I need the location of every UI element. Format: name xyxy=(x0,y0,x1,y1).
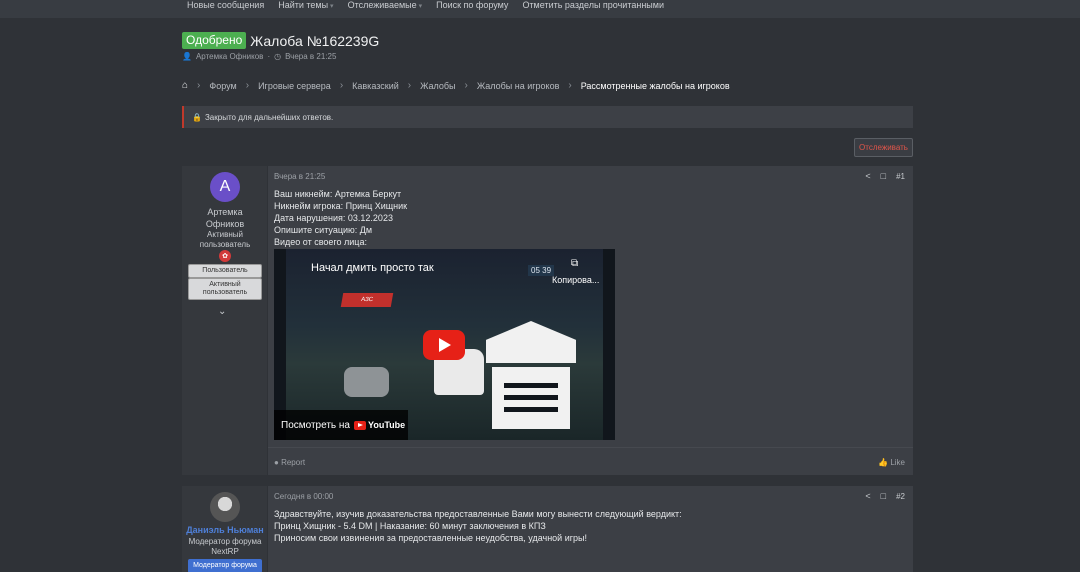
breadcrumb: ⌂ › Форум › Игровые сервера › Кавказский… xyxy=(182,80,730,91)
gas-station-sign: АЗС xyxy=(340,293,394,307)
post-date[interactable]: Сегодня в 00:00 xyxy=(274,492,333,501)
post-line: Принц Хищник - 5.4 DM | Наказание: 60 ми… xyxy=(274,521,546,531)
post-tools: < □ #2 xyxy=(865,491,905,501)
user-title: Активный пользователь xyxy=(199,230,251,249)
lock-icon: 🔒 xyxy=(192,112,202,122)
post-line: Видео от своего лица: xyxy=(274,237,367,247)
play-button-icon[interactable] xyxy=(423,330,465,360)
breadcrumb-forum[interactable]: Форум xyxy=(209,81,236,91)
post-content: Вчера в 21:25 < □ #1 Ваш никнейм: Артемк… xyxy=(268,166,913,475)
chevron-right-icon: › xyxy=(464,80,468,91)
post-line: Никнейм игрока: Принц Хищник xyxy=(274,201,408,211)
closed-notice-text: Закрыто для дальнейших ответов. xyxy=(204,112,334,122)
chevron-right-icon: › xyxy=(568,80,572,91)
nav-watched[interactable]: Отслеживаемые xyxy=(348,0,423,10)
post-number[interactable]: #2 xyxy=(896,492,905,501)
share-icon[interactable]: < xyxy=(865,171,870,181)
nav-find-threads[interactable]: Найти темы xyxy=(278,0,333,10)
top-navigation: Новые сообщения Найти темы Отслеживаемые… xyxy=(0,0,1080,18)
thread-meta: 👤 Артемка Офников · ◷ Вчера в 21:25 xyxy=(182,52,337,61)
breadcrumb-current[interactable]: Рассмотренные жалобы на игроков xyxy=(581,81,730,91)
nav-new-posts[interactable]: Новые сообщения xyxy=(187,0,264,10)
video-title[interactable]: Начал дмить просто так xyxy=(311,262,434,274)
post-body: Ваш никнейм: Артемка Беркут Никнейм игро… xyxy=(274,188,407,248)
report-button[interactable]: ● Report xyxy=(274,458,305,467)
youtube-logo-icon: YouTube xyxy=(354,420,405,430)
breadcrumb-player-complaints[interactable]: Жалобы на игроков xyxy=(477,81,560,91)
thread-author[interactable]: Артемка Офников xyxy=(196,52,263,61)
nav-mark-read[interactable]: Отметить разделы прочитанными xyxy=(522,0,664,10)
avatar[interactable] xyxy=(210,492,240,522)
breadcrumb-game-servers[interactable]: Игровые сервера xyxy=(258,81,331,91)
status-badge: Одобрено xyxy=(182,32,247,49)
post-date[interactable]: Вчера в 21:25 xyxy=(274,172,325,181)
post-line: Здравствуйте, изучив доказательства пред… xyxy=(274,509,682,519)
like-button[interactable]: 👍 Like xyxy=(878,458,905,467)
breadcrumb-complaints[interactable]: Жалобы xyxy=(420,81,455,91)
copy-link-label[interactable]: Копирова... xyxy=(552,275,599,285)
post-footer: ● Report 👍 Like xyxy=(268,447,913,475)
user-title: Модератор форума NextRP xyxy=(188,537,262,556)
user-icon: 👤 xyxy=(182,52,192,61)
chevron-right-icon: › xyxy=(407,80,412,91)
garage-icon xyxy=(486,321,576,429)
post-tools: < □ #1 xyxy=(865,171,905,181)
post-user-info: Даниэль Ньюман Модератор форума NextRP М… xyxy=(182,486,268,572)
post: A Артемка Офников Активный пользователь … xyxy=(182,166,913,475)
chevron-right-icon: › xyxy=(245,80,250,91)
user-banner: Пользователь xyxy=(188,264,262,278)
thread-date[interactable]: Вчера в 21:25 xyxy=(285,52,336,61)
breadcrumb-server[interactable]: Кавказский xyxy=(352,81,399,91)
post-body: Здравствуйте, изучив доказательства пред… xyxy=(274,508,682,544)
username[interactable]: Артемка Офников xyxy=(182,206,268,230)
post: Даниэль Ньюман Модератор форума NextRP М… xyxy=(182,486,913,572)
post-line: Опишите ситуацию: Дм xyxy=(274,225,373,235)
car-image xyxy=(344,367,389,397)
post-content: Сегодня в 00:00 < □ #2 Здравствуйте, изу… xyxy=(268,486,913,572)
page-title: Жалоба №162239G xyxy=(250,32,380,49)
post-number[interactable]: #1 xyxy=(896,172,905,181)
clock-icon: ◷ xyxy=(274,52,282,61)
post-line: Приносим свои извинения за предоставленн… xyxy=(274,533,587,543)
post-line: Ваш никнейм: Артемка Беркут xyxy=(274,189,402,199)
avatar[interactable]: A xyxy=(210,172,240,202)
username[interactable]: Даниэль Ньюман xyxy=(182,524,268,536)
chevron-right-icon: › xyxy=(339,80,344,91)
bookmark-icon[interactable]: □ xyxy=(881,491,886,501)
watch-on-youtube-button[interactable]: Посмотреть на YouTube xyxy=(274,410,408,440)
post-user-info: A Артемка Офников Активный пользователь … xyxy=(182,166,268,475)
chevron-right-icon: › xyxy=(197,80,201,91)
role-icon: ✿ xyxy=(219,250,231,262)
share-icon[interactable]: < xyxy=(865,491,870,501)
thread-title-row: Одобрено Жалоба №162239G xyxy=(182,32,379,49)
home-icon[interactable]: ⌂ xyxy=(182,80,188,91)
copy-icon[interactable]: ⧉ xyxy=(571,258,578,269)
game-timer: 05 39 xyxy=(528,265,555,276)
chevron-down-icon[interactable]: ⌄ xyxy=(218,306,226,317)
nav-search-forum[interactable]: Поиск по форуму xyxy=(436,0,508,10)
post-line: Дата нарушения: 03.12.2023 xyxy=(274,213,393,223)
bookmark-icon[interactable]: □ xyxy=(881,171,886,181)
user-banner: Модератор форума xyxy=(188,559,262,572)
youtube-embed[interactable]: АЗС 05 39 Начал дмить просто так ⧉ Копир… xyxy=(274,249,615,440)
user-banner: Активный пользователь xyxy=(188,278,262,300)
follow-button[interactable]: Отслеживать xyxy=(854,138,913,157)
closed-notice: 🔒 Закрыто для дальнейших ответов. xyxy=(182,106,913,128)
